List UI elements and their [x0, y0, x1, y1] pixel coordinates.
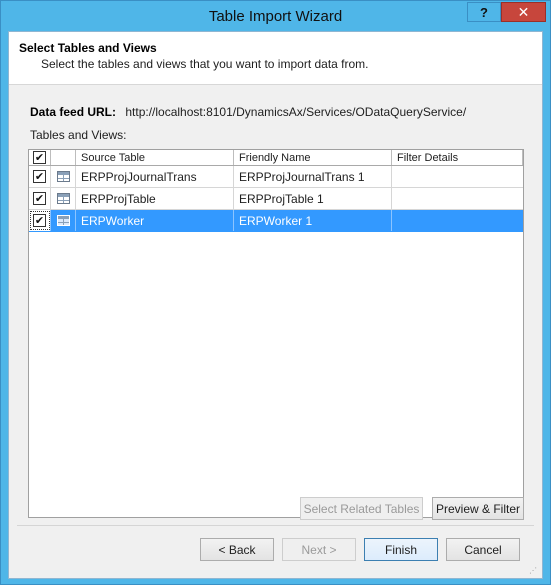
- preview-filter-button[interactable]: Preview & Filter: [432, 497, 524, 520]
- cancel-button[interactable]: Cancel: [446, 538, 520, 561]
- select-all-cell[interactable]: ✔: [29, 150, 51, 165]
- resize-grip-icon[interactable]: ⋰: [529, 567, 539, 577]
- finish-button[interactable]: Finish: [364, 538, 438, 561]
- data-feed-url-row: Data feed URL: http://localhost:8101/Dyn…: [30, 105, 466, 119]
- column-header-source-table[interactable]: Source Table: [76, 150, 234, 165]
- data-feed-url-label: Data feed URL:: [30, 105, 117, 119]
- friendly-name-cell[interactable]: ERPProjTable 1: [234, 188, 392, 209]
- step-description: Select the tables and views that you wan…: [41, 57, 369, 71]
- select-all-checkbox[interactable]: ✔: [33, 151, 46, 164]
- close-button[interactable]: ✕: [501, 2, 546, 22]
- row-checkbox-cell[interactable]: ✔: [29, 188, 51, 209]
- button-separator: [17, 525, 534, 526]
- friendly-name-cell[interactable]: ERPWorker 1: [234, 210, 392, 231]
- dialog-body: Select Tables and Views Select the table…: [8, 31, 543, 579]
- column-header-filter-details[interactable]: Filter Details: [392, 150, 523, 165]
- table-icon: [56, 215, 70, 226]
- next-button[interactable]: Next >: [282, 538, 356, 561]
- row-checkbox[interactable]: ✔: [33, 192, 46, 205]
- tables-and-views-label: Tables and Views:: [30, 128, 127, 142]
- wizard-header: Select Tables and Views Select the table…: [9, 32, 542, 85]
- source-table-cell: ERPProjJournalTrans: [76, 166, 234, 187]
- tables-grid[interactable]: ✔ Source Table Friendly Name Filter Deta…: [28, 149, 524, 518]
- row-checkbox[interactable]: ✔: [33, 214, 46, 227]
- row-checkbox-cell[interactable]: ✔: [29, 210, 51, 231]
- back-button[interactable]: < Back: [200, 538, 274, 561]
- friendly-name-cell[interactable]: ERPProjJournalTrans 1: [234, 166, 392, 187]
- table-row[interactable]: ✔ ERPProjJournalTrans ERPProjJournalTran…: [29, 166, 523, 188]
- table-icon: [56, 193, 70, 204]
- row-checkbox[interactable]: ✔: [33, 170, 46, 183]
- filter-details-cell[interactable]: [392, 210, 523, 231]
- row-icon-cell: [51, 188, 76, 209]
- filter-details-cell[interactable]: [392, 166, 523, 187]
- title-bar[interactable]: Table Import Wizard ? ✕: [1, 1, 550, 31]
- grid-header-row: ✔ Source Table Friendly Name Filter Deta…: [29, 150, 523, 166]
- step-title: Select Tables and Views: [19, 41, 157, 55]
- row-checkbox-cell[interactable]: ✔: [29, 166, 51, 187]
- wizard-window: Table Import Wizard ? ✕ Select Tables an…: [0, 0, 551, 585]
- data-feed-url-value: http://localhost:8101/DynamicsAx/Service…: [125, 105, 467, 119]
- icon-column-header: [51, 150, 76, 165]
- help-button[interactable]: ?: [467, 2, 501, 22]
- row-icon-cell: [51, 210, 76, 231]
- source-table-cell: ERPProjTable: [76, 188, 234, 209]
- select-related-tables-button[interactable]: Select Related Tables: [300, 497, 423, 520]
- column-header-friendly-name[interactable]: Friendly Name: [234, 150, 392, 165]
- table-icon: [56, 171, 70, 182]
- table-row-selected[interactable]: ✔ ERPWorker ERPWorker 1: [29, 210, 523, 232]
- row-icon-cell: [51, 166, 76, 187]
- filter-details-cell[interactable]: [392, 188, 523, 209]
- table-row[interactable]: ✔ ERPProjTable ERPProjTable 1: [29, 188, 523, 210]
- source-table-cell: ERPWorker: [76, 210, 234, 231]
